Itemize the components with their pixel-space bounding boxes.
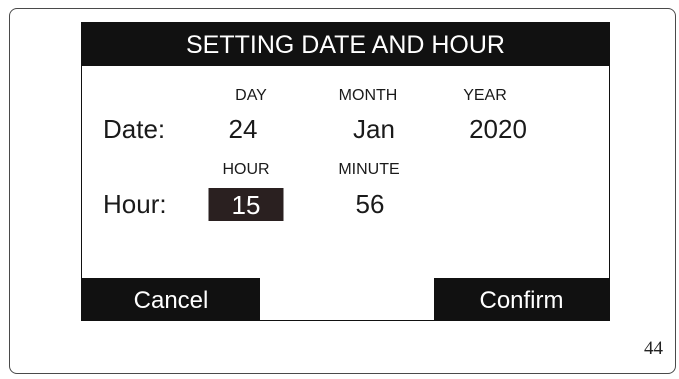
month-column-label: MONTH [338,87,398,104]
hour-row-label: Hour: [103,189,167,219]
day-column-label: DAY [235,87,267,104]
date-row-label: Date: [103,114,166,144]
year-field[interactable]: 2020 [469,114,527,145]
minute-field[interactable]: 56 [356,189,385,220]
month-field[interactable]: Jan [353,114,395,145]
screen-title: SETTING DATE AND HOUR [82,23,609,66]
hour-field-selected[interactable]: 15 [208,188,284,221]
page-number: 44 [644,338,663,359]
year-column-label: YEAR [463,87,507,104]
confirm-button[interactable]: Confirm [434,278,609,321]
day-field[interactable]: 24 [229,114,258,145]
minute-column-label: MINUTE [338,161,400,178]
hour-column-label: HOUR [222,161,270,178]
cancel-button[interactable]: Cancel [82,278,260,321]
device-screen: SETTING DATE AND HOUR DAY MONTH YEAR Dat… [81,22,610,321]
